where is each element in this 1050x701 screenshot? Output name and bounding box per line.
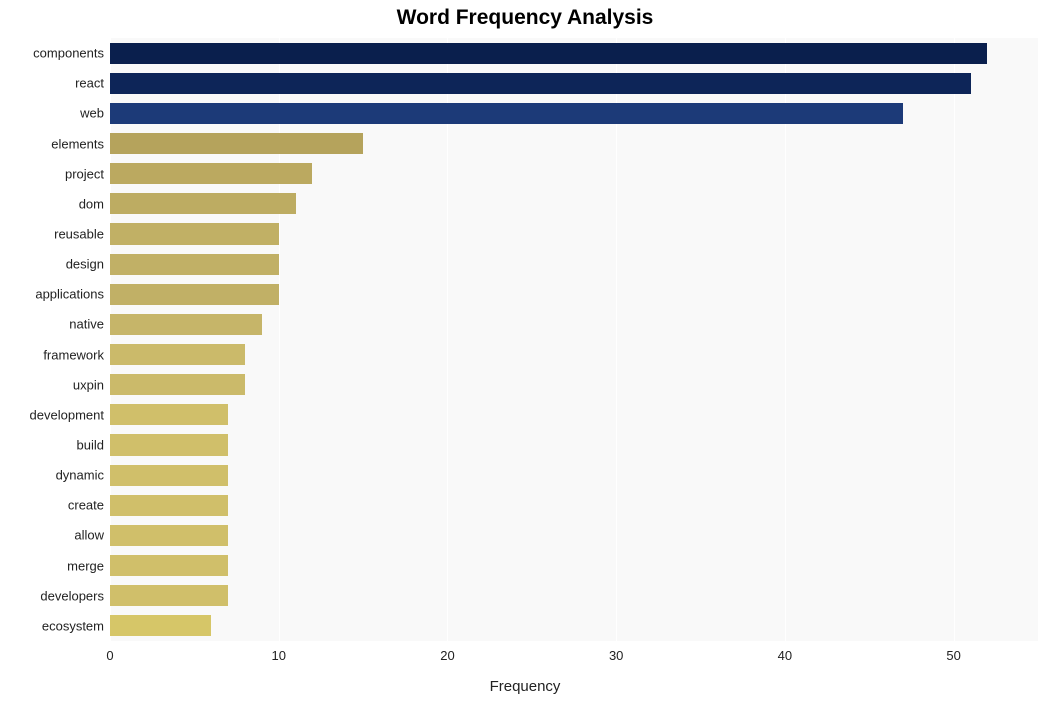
y-tick-label: components: [33, 46, 104, 61]
chart-title: Word Frequency Analysis: [0, 6, 1050, 30]
bar: [110, 495, 228, 516]
bar: [110, 193, 296, 214]
y-tick-label: ecosystem: [42, 618, 104, 633]
x-tick-label: 20: [440, 648, 454, 663]
y-tick-label: build: [77, 438, 104, 453]
x-tick-label: 10: [271, 648, 285, 663]
bar: [110, 314, 262, 335]
bar: [110, 374, 245, 395]
x-tick-label: 0: [106, 648, 113, 663]
y-tick-label: reusable: [54, 226, 104, 241]
bar: [110, 525, 228, 546]
bar: [110, 465, 228, 486]
bar: [110, 344, 245, 365]
bar: [110, 254, 279, 275]
x-tick-label: 40: [778, 648, 792, 663]
y-tick-label: project: [65, 166, 104, 181]
y-tick-label: create: [68, 498, 104, 513]
bar: [110, 73, 971, 94]
bar: [110, 615, 211, 636]
bar: [110, 585, 228, 606]
chart-container: Word Frequency Analysis components react w…: [0, 0, 1050, 701]
x-tick-label: 30: [609, 648, 623, 663]
bar: [110, 163, 312, 184]
y-tick-label: applications: [35, 287, 104, 302]
y-tick-label: dom: [79, 196, 104, 211]
bar: [110, 133, 363, 154]
y-tick-label: development: [30, 407, 104, 422]
y-tick-label: uxpin: [73, 377, 104, 392]
y-tick-label: developers: [40, 588, 104, 603]
y-tick-label: elements: [51, 136, 104, 151]
x-tick-label: 50: [946, 648, 960, 663]
y-tick-label: dynamic: [56, 468, 104, 483]
y-tick-label: web: [80, 106, 104, 121]
bar: [110, 555, 228, 576]
bar: [110, 103, 903, 124]
y-tick-label: native: [69, 317, 104, 332]
y-tick-label: react: [75, 76, 104, 91]
bars-layer: [110, 38, 1038, 641]
bar: [110, 223, 279, 244]
y-tick-label: framework: [43, 347, 104, 362]
x-axis-label: Frequency: [0, 678, 1050, 695]
bar: [110, 434, 228, 455]
y-tick-label: merge: [67, 558, 104, 573]
y-tick-label: allow: [74, 528, 104, 543]
plot-area: [110, 38, 1038, 641]
bar: [110, 404, 228, 425]
y-tick-label: design: [66, 257, 104, 272]
bar: [110, 43, 987, 64]
bar: [110, 284, 279, 305]
